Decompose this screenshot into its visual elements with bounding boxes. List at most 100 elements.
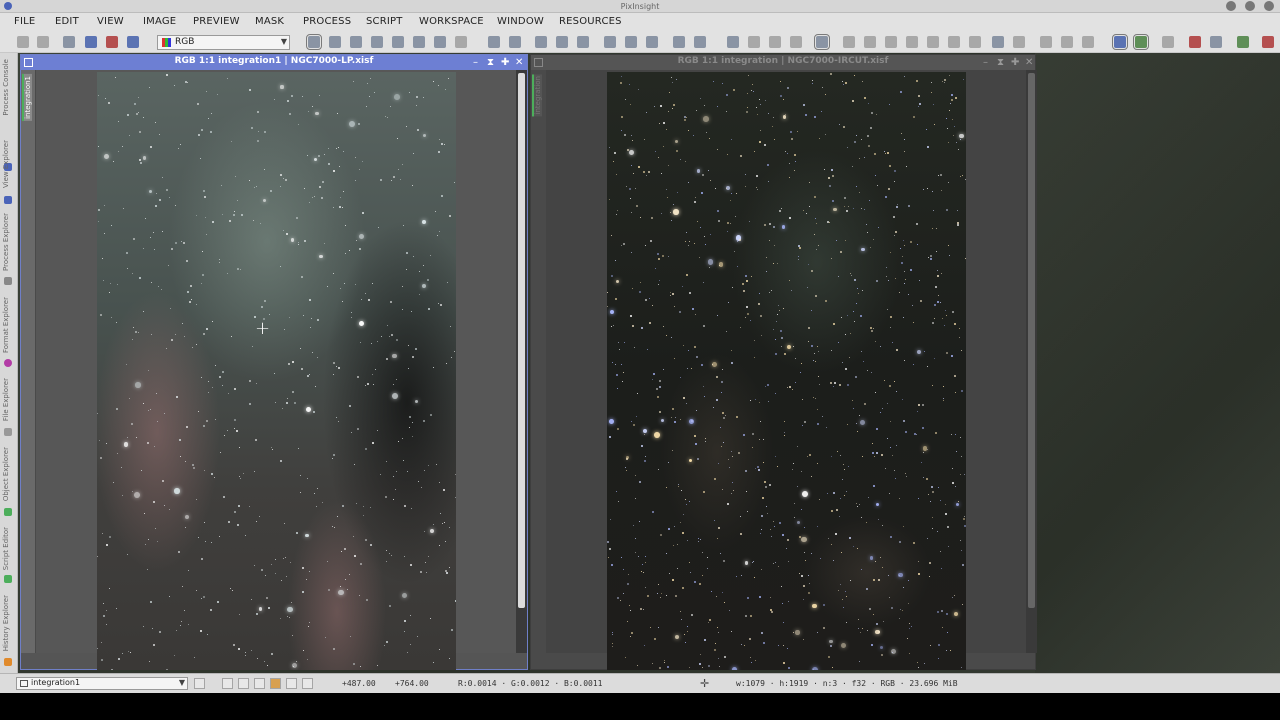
stf-linked-icon[interactable] xyxy=(885,36,897,48)
copy-icon[interactable] xyxy=(127,36,139,48)
zoom-1-1-icon[interactable] xyxy=(535,36,547,48)
workspace-2-icon[interactable] xyxy=(1133,34,1149,50)
view-options-icon[interactable] xyxy=(194,678,205,689)
mask-mode-4-icon[interactable] xyxy=(270,678,281,689)
menu-workspace[interactable]: WORKSPACE xyxy=(419,16,484,27)
scrollbar-thumb[interactable] xyxy=(1028,73,1035,608)
vertical-scrollbar[interactable] xyxy=(516,70,527,653)
format-icon[interactable] xyxy=(1013,36,1025,48)
menu-process[interactable]: PROCESS xyxy=(303,16,351,27)
workspace-3-icon[interactable] xyxy=(1162,36,1174,48)
minimize-icon[interactable] xyxy=(1226,1,1236,11)
edit-preview-icon[interactable] xyxy=(434,36,446,48)
image-window-titlebar[interactable]: RGB 1:1 integration1 | NGC7000-LP.xisf –… xyxy=(21,55,527,70)
zoom-in-icon[interactable] xyxy=(488,36,500,48)
image-ngc7000-ircut[interactable] xyxy=(607,72,966,670)
image-ngc7000-lp[interactable]: + xyxy=(97,72,456,670)
stf-disable-icon[interactable] xyxy=(969,36,981,48)
tile-icon[interactable] xyxy=(1189,36,1201,48)
menu-mask[interactable]: MASK xyxy=(255,16,284,27)
readout-mode-icon[interactable] xyxy=(306,34,322,50)
mask-mode-6-icon[interactable] xyxy=(302,678,313,689)
shade-window-icon[interactable]: ⧗ xyxy=(997,55,1004,70)
tab-script-editor[interactable]: Script Editor xyxy=(2,527,10,570)
image-window-lp[interactable]: RGB 1:1 integration1 | NGC7000-LP.xisf –… xyxy=(20,54,528,670)
undo-all-icon[interactable] xyxy=(63,36,75,48)
tab-view-explorer[interactable]: View Explorer xyxy=(2,140,10,188)
undo-icon[interactable] xyxy=(17,36,29,48)
workspace-1-icon[interactable] xyxy=(1112,34,1128,50)
maximize-window-icon[interactable]: ✚ xyxy=(1011,55,1019,70)
menu-script[interactable]: SCRIPT xyxy=(366,16,403,27)
mask-mode-5-icon[interactable] xyxy=(286,678,297,689)
menu-window[interactable]: WINDOW xyxy=(497,16,544,27)
tab-process-console[interactable]: Process Console xyxy=(2,59,10,116)
menu-edit[interactable]: EDIT xyxy=(55,16,79,27)
history-icon[interactable] xyxy=(1082,36,1094,48)
mask-mode-3-icon[interactable] xyxy=(254,678,265,689)
mask-mode-1-icon[interactable] xyxy=(222,678,233,689)
image-window-ircut[interactable]: RGB 1:1 integration | NGC7000-IRCUT.xisf… xyxy=(530,54,1037,670)
menu-image[interactable]: IMAGE xyxy=(143,16,176,27)
new-preview-icon[interactable] xyxy=(413,36,425,48)
view-select[interactable]: integration1 ▼ xyxy=(16,677,188,690)
fullscreen-icon[interactable] xyxy=(1262,36,1274,48)
cascade-icon[interactable] xyxy=(1210,36,1222,48)
close-window-icon[interactable]: ✕ xyxy=(515,55,523,70)
image-window-titlebar[interactable]: RGB 1:1 integration | NGC7000-IRCUT.xisf… xyxy=(531,55,1035,70)
shade-window-icon[interactable]: ⧗ xyxy=(487,55,494,70)
close-icon[interactable] xyxy=(1264,1,1274,11)
stf-channel-icon[interactable] xyxy=(948,36,960,48)
console-icon[interactable] xyxy=(1061,36,1073,48)
iconize-icon[interactable] xyxy=(1237,36,1249,48)
cursor-icon[interactable] xyxy=(455,36,467,48)
tab-file-explorer[interactable]: File Explorer xyxy=(2,378,10,421)
stf-icon[interactable] xyxy=(814,34,830,50)
zoom-out-icon[interactable] xyxy=(509,36,521,48)
tab-object-explorer[interactable]: Object Explorer xyxy=(2,447,10,501)
stf-rgb-icon[interactable] xyxy=(927,36,939,48)
mask-show-icon[interactable] xyxy=(727,36,739,48)
center-view-icon[interactable] xyxy=(392,36,404,48)
stf-reset-icon[interactable] xyxy=(864,36,876,48)
preview-store-icon[interactable] xyxy=(625,36,637,48)
zoom-1-2-icon[interactable] xyxy=(556,36,568,48)
minimize-window-icon[interactable]: – xyxy=(983,55,988,70)
pan-mode-icon[interactable] xyxy=(371,36,383,48)
rgb-channels-icon[interactable] xyxy=(106,36,118,48)
preview-restore-icon[interactable] xyxy=(646,36,658,48)
minimize-window-icon[interactable]: – xyxy=(473,55,478,70)
vertical-scrollbar[interactable] xyxy=(1026,70,1037,653)
channel-select[interactable]: RGB ▼ xyxy=(157,35,290,50)
tab-format-explorer[interactable]: Format Explorer xyxy=(2,297,10,353)
menu-resources[interactable]: RESOURCES xyxy=(559,16,622,27)
zoom-1-4-icon[interactable] xyxy=(577,36,589,48)
stf-24bit-icon[interactable] xyxy=(906,36,918,48)
script-icon[interactable] xyxy=(1040,36,1052,48)
zoom-to-fit-icon[interactable] xyxy=(329,36,341,48)
star xyxy=(111,225,113,227)
view-tab-integration[interactable]: integration xyxy=(532,74,542,117)
preview-icon[interactable] xyxy=(604,36,616,48)
mask-invert-icon[interactable] xyxy=(748,36,760,48)
close-window-icon[interactable]: ✕ xyxy=(1025,55,1033,70)
fit-window-icon[interactable] xyxy=(350,36,362,48)
menu-view[interactable]: VIEW xyxy=(97,16,124,27)
menu-preview[interactable]: PREVIEW xyxy=(193,16,240,27)
tab-history-explorer[interactable]: History Explorer xyxy=(2,595,10,651)
mask-mode-2-icon[interactable] xyxy=(238,678,249,689)
explorer-icon[interactable] xyxy=(992,36,1004,48)
maximize-window-icon[interactable]: ✚ xyxy=(501,55,509,70)
stf-auto-icon[interactable] xyxy=(843,36,855,48)
menu-file[interactable]: FILE xyxy=(14,16,35,27)
mask-enable-icon[interactable] xyxy=(694,36,706,48)
view-tab-integration1[interactable]: integration1 xyxy=(22,74,32,121)
new-image-icon[interactable] xyxy=(85,36,97,48)
scrollbar-thumb[interactable] xyxy=(518,73,525,608)
redo-icon[interactable] xyxy=(37,36,49,48)
tab-process-explorer[interactable]: Process Explorer xyxy=(2,213,10,271)
mask-remove-icon[interactable] xyxy=(769,36,781,48)
mask-color-icon[interactable] xyxy=(790,36,802,48)
maximize-icon[interactable] xyxy=(1245,1,1255,11)
mask-icon[interactable] xyxy=(673,36,685,48)
